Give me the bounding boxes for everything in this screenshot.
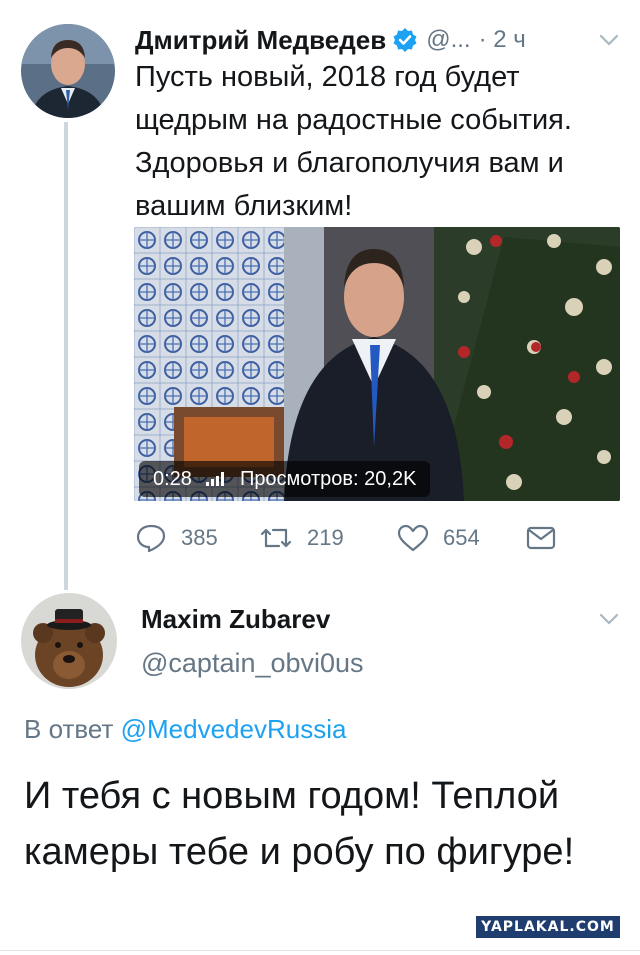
tweet2-handle[interactable]: @captain_obvi0us xyxy=(141,648,364,679)
avatar-bear[interactable] xyxy=(21,593,117,689)
site-watermark: YAPLAKAL.COM xyxy=(476,916,620,938)
retweet-count: 219 xyxy=(307,525,344,550)
tweet1-video[interactable] xyxy=(134,227,620,501)
tweet1-header: Дмитрий Медведев @... · 2 ч xyxy=(135,20,625,60)
reply-button[interactable]: 385 xyxy=(135,520,218,556)
thread-connector-line xyxy=(64,122,68,590)
video-duration: 0:28 xyxy=(153,467,192,490)
tweet2-author-name[interactable]: Maxim Zubarev xyxy=(141,604,330,635)
tweet1-author-name[interactable]: Дмитрий Медведев xyxy=(135,25,386,56)
reply-prefix: В ответ xyxy=(24,714,114,744)
tweet2-text: И тебя с новым годом! Теплой камеры тебе… xyxy=(24,775,575,873)
divider xyxy=(0,950,640,951)
signal-bars-icon xyxy=(205,472,226,486)
envelope-icon xyxy=(526,526,556,550)
tweet1-actions: 385 219 654 xyxy=(135,520,565,556)
like-button[interactable]: 654 xyxy=(397,520,480,556)
tweet1-timestamp[interactable]: · 2 ч xyxy=(479,26,526,54)
video-info-bar: 0:28 Просмотров: 20,2K xyxy=(139,461,431,497)
avatar-medvedev[interactable] xyxy=(21,24,115,118)
reply-count: 385 xyxy=(181,525,218,550)
reply-context: В ответ @MedvedevRussia xyxy=(24,714,346,745)
like-count: 654 xyxy=(443,525,480,550)
retweet-button[interactable]: 219 xyxy=(259,520,344,556)
tweet1-handle[interactable]: @... xyxy=(426,26,470,54)
reply-mention-link[interactable]: @MedvedevRussia xyxy=(121,714,347,744)
verified-badge-icon xyxy=(392,27,418,53)
retweet-icon xyxy=(260,528,292,548)
chevron-down-icon[interactable] xyxy=(598,33,620,47)
heart-icon xyxy=(397,524,429,552)
video-views: Просмотров: 20,2K xyxy=(239,467,417,490)
chevron-down-icon[interactable] xyxy=(598,612,620,626)
direct-message-button[interactable] xyxy=(525,520,571,556)
reply-icon xyxy=(136,524,166,553)
tweet1-text: Пусть новый, 2018 год будет щедрым на ра… xyxy=(135,61,572,222)
